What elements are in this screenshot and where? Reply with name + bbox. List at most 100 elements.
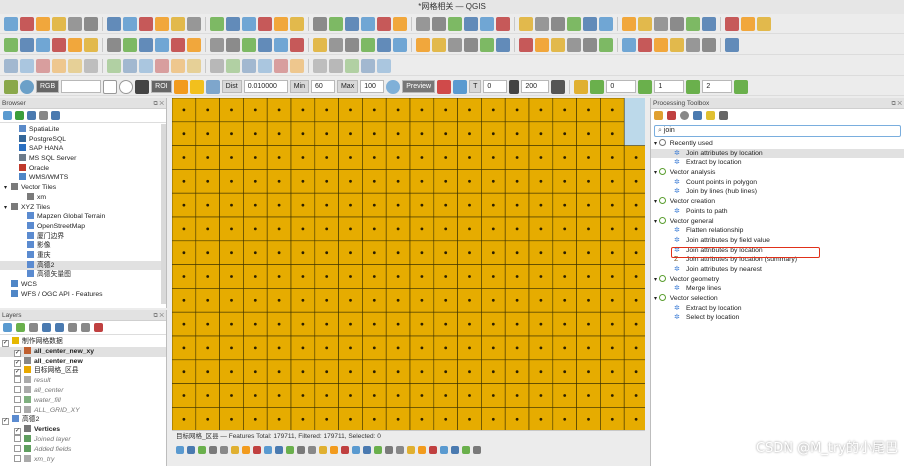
attribute-tool-icon[interactable] [451,446,459,454]
toolbox-search-input[interactable]: ⌕ join [654,125,901,137]
browser-item[interactable]: WMS/WMTS [0,173,166,183]
toolbar-tool-icon[interactable] [702,37,716,52]
options-icon[interactable] [719,111,728,120]
toolbar-tool-icon[interactable] [68,58,82,73]
toolbar-tool-icon[interactable] [361,16,375,31]
t-input[interactable]: 0 [483,80,508,93]
attribute-tool-icon[interactable] [264,446,272,454]
toolbar-tool-icon[interactable] [210,58,224,73]
toolbar-tool-icon[interactable] [242,16,256,31]
toolbar-tool-icon[interactable] [187,37,201,52]
attribute-tool-icon[interactable] [176,446,184,454]
toolbar-tool-icon[interactable] [448,16,462,31]
toolbar-tool-icon[interactable] [654,16,668,31]
band-combo[interactable] [61,80,102,93]
toolbar-tool-icon[interactable] [432,16,446,31]
roi-label[interactable]: ROI [151,80,172,93]
attribute-tool-icon[interactable] [319,446,327,454]
toolbar-tool-icon[interactable] [68,37,82,52]
expand-icon[interactable] [68,323,77,332]
toolbar-tool-icon[interactable] [654,37,668,52]
layer-item[interactable]: ✓ all_center_new [0,356,166,367]
toolbar-tool-icon[interactable] [416,37,430,52]
toolbar-tool-icon[interactable] [313,37,327,52]
browser-item[interactable]: WCS [0,280,166,290]
toolbar-tool-icon[interactable] [258,16,272,31]
layer-checkbox[interactable] [14,444,21,452]
layer-item[interactable]: all_center [0,385,166,396]
toolbar-tool-icon[interactable] [345,37,359,52]
attribute-tool-icon[interactable] [297,446,305,454]
browser-item[interactable]: MS SQL Server [0,154,166,164]
toolbar-tool-icon[interactable] [448,37,462,52]
toolbar-tool-icon[interactable] [416,16,430,31]
toolbar-tool-icon[interactable] [20,37,34,52]
layer-item[interactable]: Joined layer [0,434,166,445]
toolbox-algorithm[interactable]: ✲ Flatten relationship [651,226,904,236]
layer-item[interactable]: ✓ 高德2 [0,415,166,426]
toolbar-tool-icon[interactable] [464,16,478,31]
expand-arrow-icon[interactable]: ▾ [654,141,659,147]
toolbox-algorithm[interactable]: ✲ Join by lines (hub lines) [651,187,904,197]
layer-item[interactable]: ✓ Vertices [0,425,166,436]
layer-item[interactable]: ✓ 制作网格数据 [0,337,166,347]
browser-item[interactable]: Oracle [0,163,166,174]
toolbar-tool-icon[interactable] [84,16,98,31]
toolbox-group[interactable]: ▾ Recently used [651,139,904,149]
toolbox-algorithm[interactable]: ✲ Join attributes by field value [651,236,904,246]
edit-features-icon[interactable] [706,111,715,120]
plus-icon[interactable] [189,79,204,94]
toolbox-algorithm[interactable]: ✲ Extract by location [651,304,904,314]
attribute-tool-icon[interactable] [352,446,360,454]
toolbar-tool-icon[interactable] [725,37,739,52]
toolbar-tool-icon[interactable] [329,16,343,31]
toolbar-tool-icon[interactable] [242,37,256,52]
toolbar-tool-icon[interactable] [36,16,50,31]
toolbar-tool-icon[interactable] [210,16,224,31]
filter-icon[interactable] [27,111,36,120]
layer-checkbox[interactable] [14,395,21,403]
filter-icon[interactable] [42,323,51,332]
toolbar-tool-icon[interactable] [155,58,169,73]
flag-icon[interactable] [173,79,188,94]
toolbox-algorithm[interactable]: ✲ Select by location [651,313,904,323]
attribute-tool-icon[interactable] [286,446,294,454]
calculator-icon[interactable] [574,79,589,94]
toolbar-tool-icon[interactable] [290,37,304,52]
color-picker-icon[interactable] [437,79,452,94]
attribute-tool-icon[interactable] [220,446,228,454]
toolbar-tool-icon[interactable] [290,16,304,31]
attribute-tool-icon[interactable] [418,446,426,454]
attribute-tool-icon[interactable] [341,446,349,454]
roi-icon[interactable] [135,79,150,94]
toolbar-tool-icon[interactable] [329,37,343,52]
info-icon[interactable] [51,111,60,120]
python-icon[interactable] [667,111,676,120]
min-input[interactable]: 60 [310,80,335,93]
add-icon[interactable] [3,111,12,120]
toolbar-tool-icon[interactable] [107,16,121,31]
browser-scrollbar[interactable] [161,124,166,304]
toolbar-tool-icon[interactable] [622,37,636,52]
curve-icon[interactable] [103,79,118,94]
toolbox-group[interactable]: ▾ Vector general [651,216,904,227]
history-icon[interactable] [680,111,689,120]
toolbar-tool-icon[interactable] [496,37,510,52]
value-b-input[interactable]: 1 [654,80,685,93]
s-input[interactable]: 200 [521,80,550,93]
magnet-icon[interactable] [551,79,566,94]
toolbar-tool-icon[interactable] [171,37,185,52]
attribute-tool-icon[interactable] [462,446,470,454]
toolbar-tool-icon[interactable] [535,16,549,31]
toolbar-tool-icon[interactable] [496,16,510,31]
layer-checkbox[interactable] [14,454,21,462]
toolbar-tool-icon[interactable] [725,16,739,31]
toolbar-tool-icon[interactable] [123,16,137,31]
toolbar-tool-icon[interactable] [535,37,549,52]
attribute-tool-icon[interactable] [253,446,261,454]
toolbar-tool-icon[interactable] [4,16,18,31]
browser-item[interactable]: 影像 [0,241,166,251]
toolbox-algorithm[interactable]: ✲ Extract by location [651,158,904,168]
toolbar-tool-icon[interactable] [290,58,304,73]
toolbar-tool-icon[interactable] [377,58,391,73]
